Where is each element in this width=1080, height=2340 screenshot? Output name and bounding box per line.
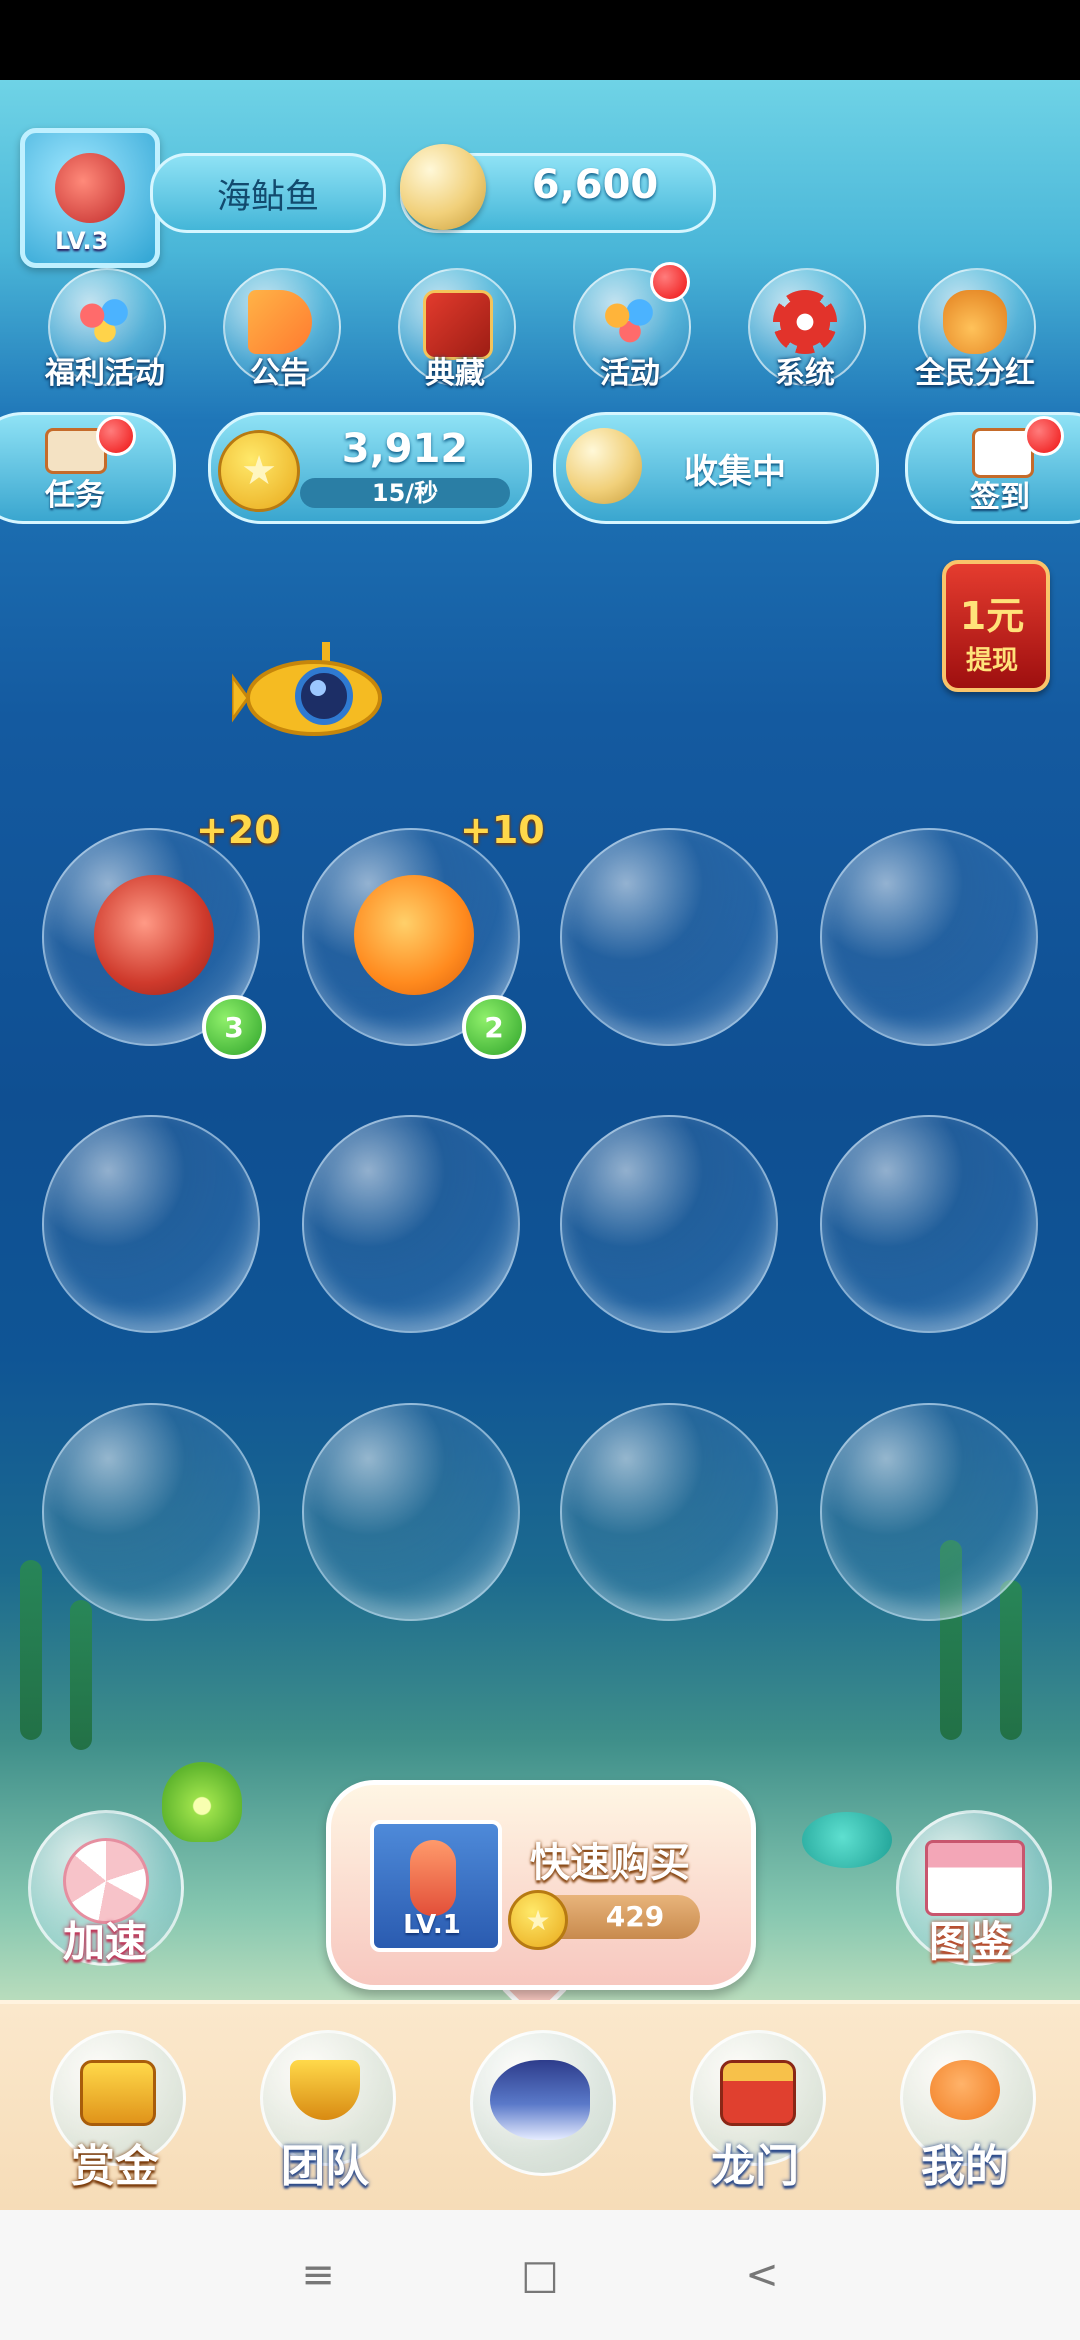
empty-fish-slot[interactable] [560, 1115, 778, 1333]
tab-label: 我的 [921, 2141, 1009, 2192]
speed-up-label: 加速 [62, 1917, 147, 1966]
empty-fish-slot[interactable] [820, 828, 1038, 1046]
tab-home[interactable] [470, 2020, 616, 2180]
collect-status: 收集中 [684, 452, 786, 492]
empty-fish-slot[interactable] [42, 1115, 260, 1333]
withdraw-amount: 1元 [959, 594, 1025, 638]
notification-dot [96, 416, 136, 456]
tab-team[interactable]: 团队 [250, 2020, 400, 2200]
treasure-icon [80, 2060, 156, 2126]
pearl-shell-icon [162, 1762, 242, 1842]
dragon-gate-icon [720, 2060, 796, 2126]
menu-welfare-activity[interactable]: 福利活动 [30, 268, 180, 398]
menu-activity[interactable]: 活动 [555, 262, 705, 398]
home-icon[interactable]: □ [500, 2240, 580, 2310]
empty-fish-slot[interactable] [42, 1403, 260, 1621]
seahorse-icon [410, 1840, 456, 1916]
fish-icon [490, 2060, 590, 2140]
fish-income-bonus: +10 [460, 808, 545, 852]
quick-buy-title: 快速购买 [530, 1840, 690, 1886]
withdraw-label: 提现 [965, 646, 1018, 676]
empty-fish-slot[interactable] [302, 1115, 520, 1333]
coin-balance: 3,912 [341, 426, 469, 472]
seaweed-decoration [1000, 1580, 1022, 1740]
notification-dot [1024, 416, 1064, 456]
empty-fish-slot[interactable] [820, 1115, 1038, 1333]
tab-profile[interactable]: 我的 [890, 2020, 1040, 2200]
red-fish-icon [94, 875, 214, 995]
pearl-icon [400, 144, 486, 230]
menu-dividend[interactable]: 全民分红 [900, 268, 1050, 398]
menu-system[interactable]: 系统 [730, 268, 880, 398]
coin-rate: 15/秒 [371, 479, 439, 507]
menu-label: 典藏 [425, 356, 485, 391]
star-coin-icon: ★ [218, 430, 300, 512]
tab-bounty[interactable]: 赏金 [40, 2020, 190, 2200]
fish-guide-label: 图鉴 [928, 1917, 1013, 1966]
menu-label: 公告 [250, 356, 310, 391]
player-name: 海鲇鱼 [150, 153, 386, 233]
fish-level-badge: 3 [202, 995, 266, 1059]
player-avatar[interactable]: LV.3 [20, 128, 160, 268]
empty-fish-slot[interactable] [820, 1403, 1038, 1621]
seaweed-decoration [70, 1600, 92, 1750]
orange-fish-icon [354, 875, 474, 995]
fish-level-badge: 2 [462, 995, 526, 1059]
back-icon[interactable]: < [722, 2240, 802, 2310]
money-bag-icon [943, 290, 1007, 354]
quick-buy-price: 429 [605, 1900, 665, 1933]
empty-fish-slot[interactable] [560, 828, 778, 1046]
signin-label: 签到 [970, 480, 1030, 515]
pearl-icon [566, 428, 642, 504]
player-level: LV.3 [55, 227, 109, 255]
smile-icon [930, 2060, 1000, 2120]
empty-fish-slot[interactable] [560, 1403, 778, 1621]
balloons-icon [598, 290, 662, 354]
tasks-label: 任务 [45, 478, 105, 513]
tab-dragon-gate[interactable]: 龙门 [680, 2020, 830, 2200]
red-fish-icon [55, 153, 125, 223]
empty-fish-slot[interactable] [302, 1403, 520, 1621]
pearl-balance: 6,600 [531, 162, 659, 208]
menu-collection[interactable]: 典藏 [380, 268, 530, 398]
menu-announcement[interactable]: 公告 [205, 268, 355, 398]
status-bar [0, 0, 1080, 80]
balloons-icon [73, 290, 137, 354]
menu-label: 活动 [600, 356, 660, 391]
tab-label: 龙门 [711, 2141, 799, 2192]
notification-dot [650, 262, 690, 302]
sea-turtle-icon [802, 1812, 892, 1868]
menu-label: 系统 [775, 356, 835, 391]
menu-label: 全民分红 [915, 356, 1035, 391]
menu-icon[interactable]: ≡ [278, 2240, 358, 2310]
shop-icon [925, 1840, 1025, 1916]
system-navigation-bar: ≡ □ < [0, 2210, 1080, 2340]
megaphone-icon [248, 290, 312, 354]
submarine-icon [232, 642, 382, 736]
tab-label: 团队 [281, 2141, 369, 2192]
star-coin-icon: ★ [508, 1890, 568, 1950]
fish-income-bonus: +20 [196, 808, 281, 852]
menu-label: 福利活动 [45, 356, 165, 391]
tab-label: 赏金 [71, 2141, 159, 2192]
gear-icon [773, 290, 837, 354]
quick-buy-level: LV.1 [403, 1910, 461, 1940]
seaweed-decoration [20, 1560, 42, 1740]
